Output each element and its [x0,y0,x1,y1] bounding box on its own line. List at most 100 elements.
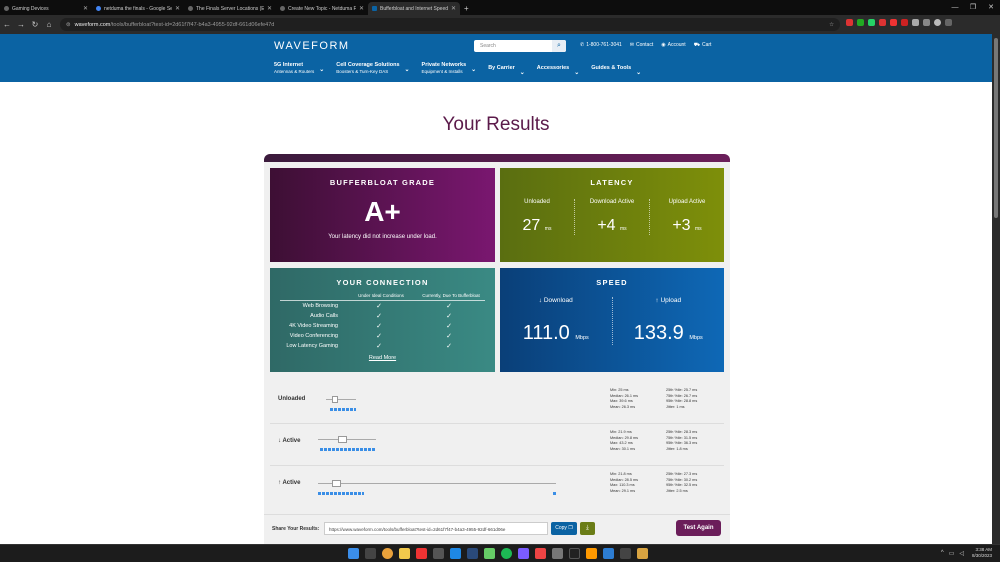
close-tab-icon[interactable]: ✕ [83,5,88,12]
table-row: Web Browsing ✓ ✓ [280,301,485,311]
whatsapp-icon[interactable] [868,19,875,26]
extension-icon[interactable] [857,19,864,26]
forward-icon[interactable]: → [14,20,28,29]
close-tab-icon[interactable]: ✕ [175,5,180,12]
vscode-icon[interactable] [603,548,614,559]
extension-icon[interactable] [890,19,897,26]
close-tab-icon[interactable]: ✕ [267,5,272,12]
user-icon: ◉ [661,42,666,48]
browser-tab[interactable]: Create New Topic - Netduma F ✕ [276,2,368,15]
file-explorer-icon[interactable] [399,548,410,559]
chevron-up-icon[interactable]: ^ [941,550,944,557]
read-more-link[interactable]: Read More [270,355,495,361]
nav-5g-internet[interactable]: 5G Internet Antennas & Routers ⌄ [274,62,324,74]
mail-icon: ✉ [629,42,634,48]
steam-icon[interactable] [467,548,478,559]
box-plot [332,480,341,487]
app-icon[interactable] [450,548,461,559]
box-plot [338,436,347,443]
menu-dots-icon[interactable] [945,19,952,26]
discord-icon[interactable] [518,548,529,559]
extension-icon[interactable] [846,19,853,26]
url-path: /tools/bufferbloat?test-id=2d61f7f47-b4a… [110,21,275,28]
account-link[interactable]: ◉ Account [661,42,685,49]
copy-button[interactable]: Copy ❐ [551,522,577,535]
clock[interactable]: 3:38 AM 8/30/2023 [972,547,992,559]
close-tab-icon[interactable]: ✕ [359,5,364,12]
minimize-button[interactable]: — [946,0,964,15]
browser-tab[interactable]: The Finals Server Locations (Ea ✕ [184,2,276,15]
table-row: 4K Video Streaming ✓ ✓ [280,321,485,331]
chrome-icon[interactable] [382,548,393,559]
extension-icon[interactable] [879,19,886,26]
browser-tab-active[interactable]: Bufferbloat and Internet Speed ✕ [368,2,460,15]
share-bar: Share Your Results: https://www.waveform… [264,514,730,544]
app-icon[interactable] [535,548,546,559]
back-icon[interactable]: ← [0,20,14,29]
share-url-field[interactable]: https://www.waveform.com/tools/bufferblo… [324,522,548,535]
app-icon[interactable] [416,548,427,559]
profile-avatar-icon[interactable] [934,19,941,26]
site-info-icon[interactable]: ⊜ [66,22,71,28]
latency-number: +4 [597,217,616,234]
app-icon[interactable] [620,548,631,559]
stat-line: Mean: 29.1 ms [610,488,636,493]
close-window-button[interactable]: ✕ [982,0,1000,15]
reload-icon[interactable]: ↻ [28,20,42,29]
nav-private-networks[interactable]: Private Networks Equipment & Installs ⌄ [422,62,477,74]
bookmark-star-icon[interactable]: ☆ [829,22,834,28]
stat-line: 95th %ile: 36.3 ms [666,441,698,445]
nav-accessories[interactable]: Accessories ⌄ [537,65,579,76]
chevron-down-icon: ⌄ [519,70,525,76]
windows-start-icon[interactable] [348,548,359,559]
url-input[interactable]: ⊜ waveform.com /tools/bufferbloat?test-i… [60,18,840,31]
chevron-down-icon: ⌄ [471,67,477,73]
cart-link[interactable]: ⛟ Cart [694,42,712,49]
upload-value: 133.9 Mbps [613,322,725,345]
home-icon[interactable]: ⌂ [42,20,56,29]
new-tab-button[interactable]: + [460,2,473,15]
browser-tab[interactable]: Gaming Devices ✕ [0,2,92,15]
cart-icon: ⛟ [693,42,700,48]
app-icon[interactable] [552,548,563,559]
search-icon[interactable] [365,548,376,559]
app-icon[interactable] [484,548,495,559]
maximize-button[interactable]: ❐ [964,0,982,15]
phone-link[interactable]: ✆ 1-800-761-3041 [580,42,622,49]
volume-icon[interactable]: ◁ [959,550,964,557]
check-icon: ✓ [446,333,452,340]
nav-guides-tools[interactable]: Guides & Tools ⌄ [591,65,641,76]
row-label: 4K Video Streaming [289,323,338,329]
test-again-button[interactable]: Test Again [676,520,721,536]
app-icon[interactable] [433,548,444,559]
page-scrollbar[interactable] [992,34,1000,544]
app-icon[interactable] [586,548,597,559]
terminal-icon[interactable] [569,548,580,559]
row-label: Audio Calls [310,313,338,319]
tab-favicon-icon [280,6,285,11]
contact-link[interactable]: ✉ Contact [630,42,653,49]
header-links: ✆ 1-800-761-3041 ✉ Contact ◉ Account ⛟ Cart [580,42,711,49]
table-row: Audio Calls ✓ ✓ [280,311,485,321]
waveform-logo[interactable]: WAVEFORM [274,40,350,52]
site-search[interactable]: Search ⌕ [474,40,566,52]
stat-line: Jitter: 1 ms [666,404,685,409]
network-icon[interactable]: ▭ [949,550,955,557]
nav-cell-coverage[interactable]: Cell Coverage Solutions Boosters & Turn-K… [336,62,409,74]
stat-left-values: Min: 21.9 ms Median: 29.8 ms Max: 43.2 ms M… [610,430,638,452]
stat-line: 25th %ile: 25.7 ms [666,388,698,392]
latency-download-active: Download Active +4 ms [574,199,649,235]
download-button[interactable]: ⤓ [580,522,595,535]
spotify-icon[interactable] [501,548,512,559]
extensions-puzzle-icon[interactable] [912,19,919,26]
account-label: Account [667,42,686,48]
scrollbar-thumb[interactable] [994,38,998,218]
search-input[interactable]: Search [474,43,552,49]
sidebar-icon[interactable] [923,19,930,26]
search-icon[interactable]: ⌕ [552,40,566,52]
app-icon[interactable] [637,548,648,559]
close-tab-icon[interactable]: ✕ [451,5,456,12]
nav-by-carrier[interactable]: By Carrier ⌄ [488,65,525,76]
extension-icon[interactable] [901,19,908,26]
browser-tab[interactable]: netduma the finals - Google Se ✕ [92,2,184,15]
